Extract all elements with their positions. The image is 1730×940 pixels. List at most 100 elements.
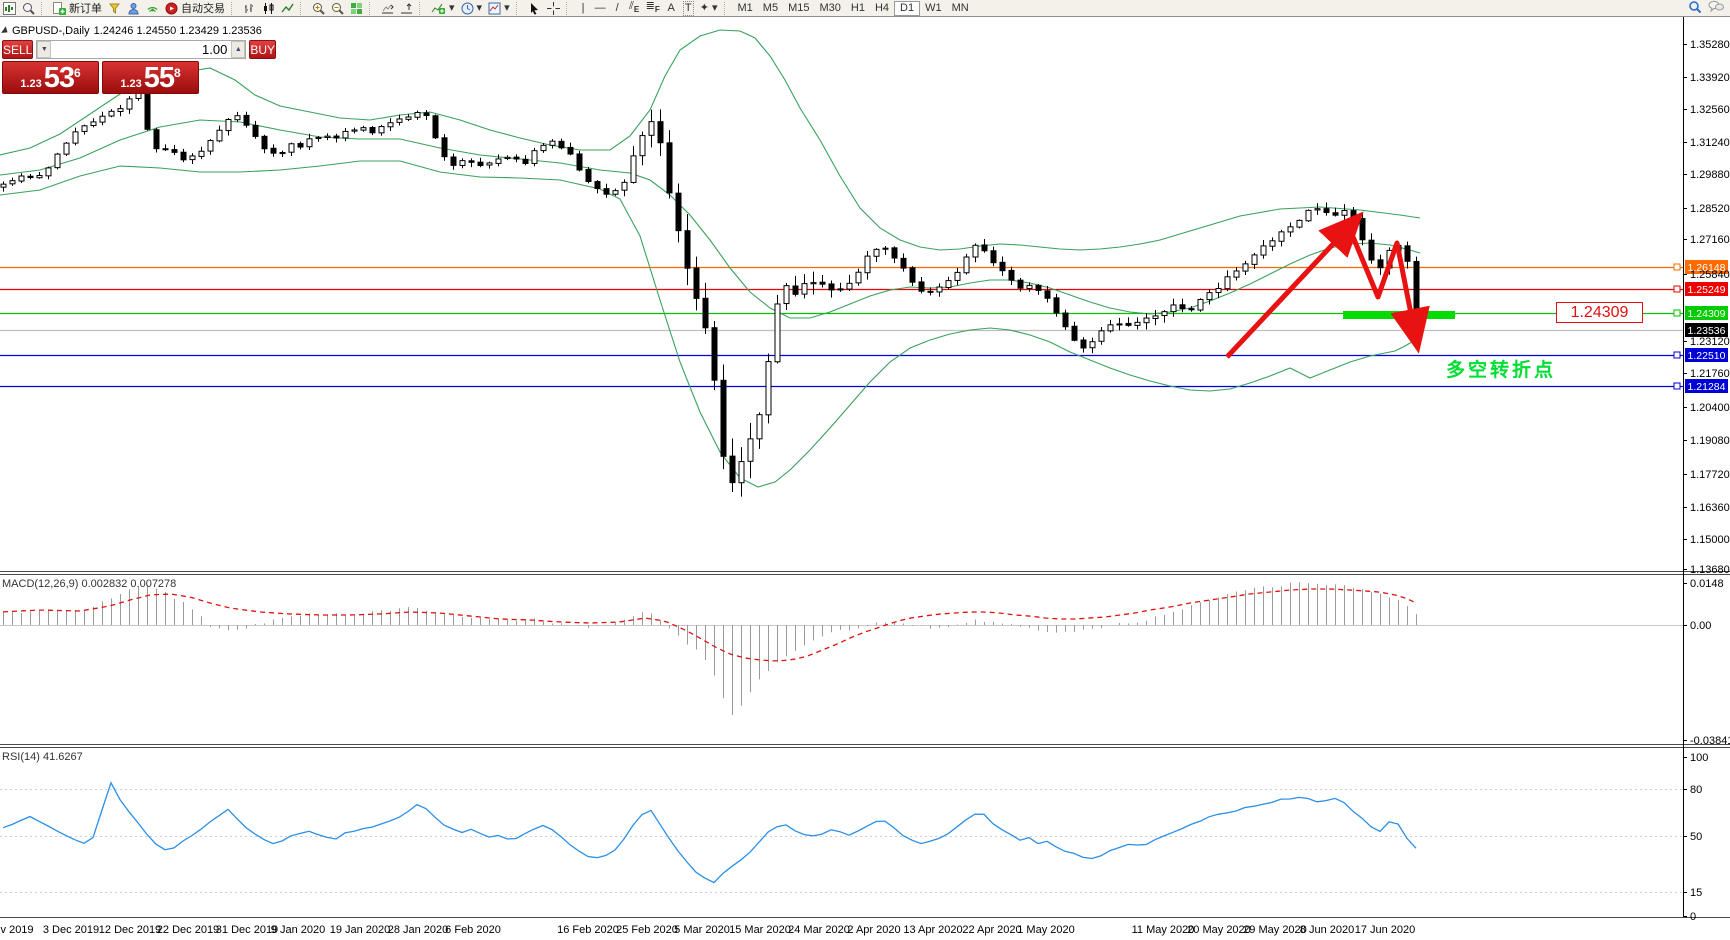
svg-text:1.17720: 1.17720 (1690, 469, 1730, 481)
symbol-period-label: GBPUSD-,Daily (12, 25, 90, 37)
svg-text:3 Dec 2019: 3 Dec 2019 (43, 924, 99, 936)
tf-w1[interactable]: W1 (920, 1, 947, 16)
fibonacci-tool[interactable]: ≣F (643, 1, 663, 16)
autotrading-label: 自动交易 (181, 0, 225, 16)
chart-title: GBPUSD-,Daily 1.24246 1.24550 1.23429 1.… (3, 25, 262, 37)
separator (231, 2, 237, 15)
svg-text:25 Feb 2020: 25 Feb 2020 (616, 924, 678, 936)
hline-handle (1674, 352, 1680, 358)
svg-text:1 May 2020: 1 May 2020 (1017, 924, 1074, 936)
chart-preview-button[interactable] (19, 1, 38, 16)
svg-text:1.15000: 1.15000 (1690, 534, 1730, 546)
indicators-button[interactable]: ▾ (428, 1, 458, 16)
svg-text:9 Jan 2020: 9 Jan 2020 (271, 924, 325, 936)
symbol-marker-icon (1, 26, 10, 35)
tf-m15[interactable]: M15 (783, 1, 814, 16)
text-tool[interactable]: A (663, 1, 680, 16)
templates-button[interactable]: ▾ (485, 1, 513, 16)
autotrading-button[interactable]: 自动交易 (162, 1, 228, 16)
zoom-out-button[interactable] (328, 1, 347, 16)
crosshair-tool-button[interactable] (544, 1, 563, 16)
channel-tool[interactable]: ⫽E (626, 1, 643, 16)
svg-text:1.27160: 1.27160 (1690, 234, 1730, 246)
volume-input[interactable] (51, 41, 231, 58)
new-order-label: 新订单 (69, 0, 102, 16)
svg-text:0.00: 0.00 (1690, 620, 1711, 632)
volume-down-button[interactable]: ▼ (37, 41, 51, 58)
volume-up-button[interactable]: ▲ (231, 41, 245, 58)
tf-m30[interactable]: M30 (814, 1, 845, 16)
arrows-tool[interactable]: ✦ ▾ (697, 1, 721, 16)
svg-text:1.26148: 1.26148 (1688, 262, 1726, 274)
support-price-tag[interactable]: 1.24309 (1556, 302, 1643, 323)
svg-text:1.21284: 1.21284 (1688, 381, 1726, 393)
auto-scroll-icon[interactable] (378, 1, 397, 16)
vertical-line-tool[interactable]: | (575, 1, 592, 16)
signals-icon[interactable] (143, 1, 162, 16)
main-toolbar: 新订单 自动交易 ▾ ▾ ▾ | — / ⫽E ≣F A T ✦ ▾ M1 M5… (0, 0, 1730, 17)
svg-text:15 Mar 2020: 15 Mar 2020 (729, 924, 791, 936)
svg-text:1.33920: 1.33920 (1690, 72, 1730, 84)
separator (300, 2, 306, 15)
one-click-trade-panel: SELL ▼ ▲ BUY 1.23 53 6 1.23 55 8 (2, 40, 199, 94)
periods-button[interactable]: ▾ (458, 1, 486, 16)
ohlc-values: 1.24246 1.24550 1.23429 1.23536 (94, 25, 262, 37)
chat-icon[interactable] (1708, 0, 1724, 16)
ask-quote-box[interactable]: 1.23 55 8 (102, 61, 199, 94)
svg-text:11 May 2020: 11 May 2020 (1132, 924, 1195, 936)
hline-handle (1674, 286, 1680, 292)
svg-text:12 Dec 2019: 12 Dec 2019 (99, 924, 161, 936)
svg-text:2 Apr 2020: 2 Apr 2020 (847, 924, 900, 936)
chart-canvas[interactable]: 1.352801.339201.325601.312401.298801.285… (0, 0, 1730, 940)
candles (1, 86, 1419, 497)
hline-handle (1674, 264, 1680, 270)
svg-text:22 Apr 2020: 22 Apr 2020 (962, 924, 1021, 936)
styler-icon[interactable] (105, 1, 124, 16)
svg-text:0: 0 (1690, 911, 1696, 923)
buy-button[interactable]: BUY (249, 40, 276, 59)
svg-text:1.28520: 1.28520 (1690, 203, 1730, 215)
horizontal-line-tool[interactable]: — (592, 1, 609, 16)
svg-text:80: 80 (1690, 784, 1702, 796)
tf-m1[interactable]: M1 (733, 1, 758, 16)
tf-mn[interactable]: MN (947, 1, 974, 16)
svg-text:0.0148: 0.0148 (1690, 578, 1724, 590)
svg-text:1.13680: 1.13680 (1690, 564, 1730, 576)
tf-h4[interactable]: H4 (870, 1, 894, 16)
turning-point-annotation[interactable]: 多空转折点 (1446, 355, 1556, 382)
bid-pip: 6 (74, 68, 81, 78)
support-zone (1343, 311, 1455, 319)
candle-chart-mode-icon[interactable] (259, 1, 278, 16)
svg-text:1.24309: 1.24309 (1688, 308, 1726, 320)
new-order-button[interactable]: 新订单 (50, 1, 105, 16)
line-chart-mode-icon[interactable] (278, 1, 297, 16)
tf-h1[interactable]: H1 (846, 1, 870, 16)
svg-text:13 Apr 2020: 13 Apr 2020 (903, 924, 962, 936)
svg-text:1.29880: 1.29880 (1690, 169, 1730, 181)
zoom-in-button[interactable] (309, 1, 328, 16)
hline-handle (1674, 383, 1680, 389)
tf-m5[interactable]: M5 (758, 1, 783, 16)
separator (41, 2, 47, 15)
bid-quote-box[interactable]: 1.23 53 6 (2, 61, 99, 94)
svg-text:1.35280: 1.35280 (1690, 39, 1730, 51)
trendline-tool[interactable]: / (609, 1, 626, 16)
price-axis (1683, 45, 1728, 570)
chart-shift-icon[interactable] (397, 1, 416, 16)
bar-chart-mode-icon[interactable] (240, 1, 259, 16)
svg-text:15: 15 (1690, 887, 1702, 899)
new-chart-button[interactable] (0, 1, 19, 16)
svg-text:6 Feb 2020: 6 Feb 2020 (445, 924, 501, 936)
text-label-tool[interactable]: T (680, 1, 697, 16)
sell-button[interactable]: SELL (2, 40, 33, 59)
tile-windows-icon[interactable] (347, 1, 366, 16)
svg-text:8 Jun 2020: 8 Jun 2020 (1300, 924, 1354, 936)
svg-text:1.32560: 1.32560 (1690, 104, 1730, 116)
search-icon[interactable] (1688, 0, 1702, 17)
cursor-tool-button[interactable] (525, 1, 544, 16)
svg-text:1.16360: 1.16360 (1690, 502, 1730, 514)
macd-indicator-label: MACD(12,26,9) 0.002832 0.007278 (2, 578, 176, 590)
bid-main: 53 (44, 64, 74, 92)
market-watch-icon[interactable] (124, 1, 143, 16)
tf-d1[interactable]: D1 (894, 1, 920, 16)
